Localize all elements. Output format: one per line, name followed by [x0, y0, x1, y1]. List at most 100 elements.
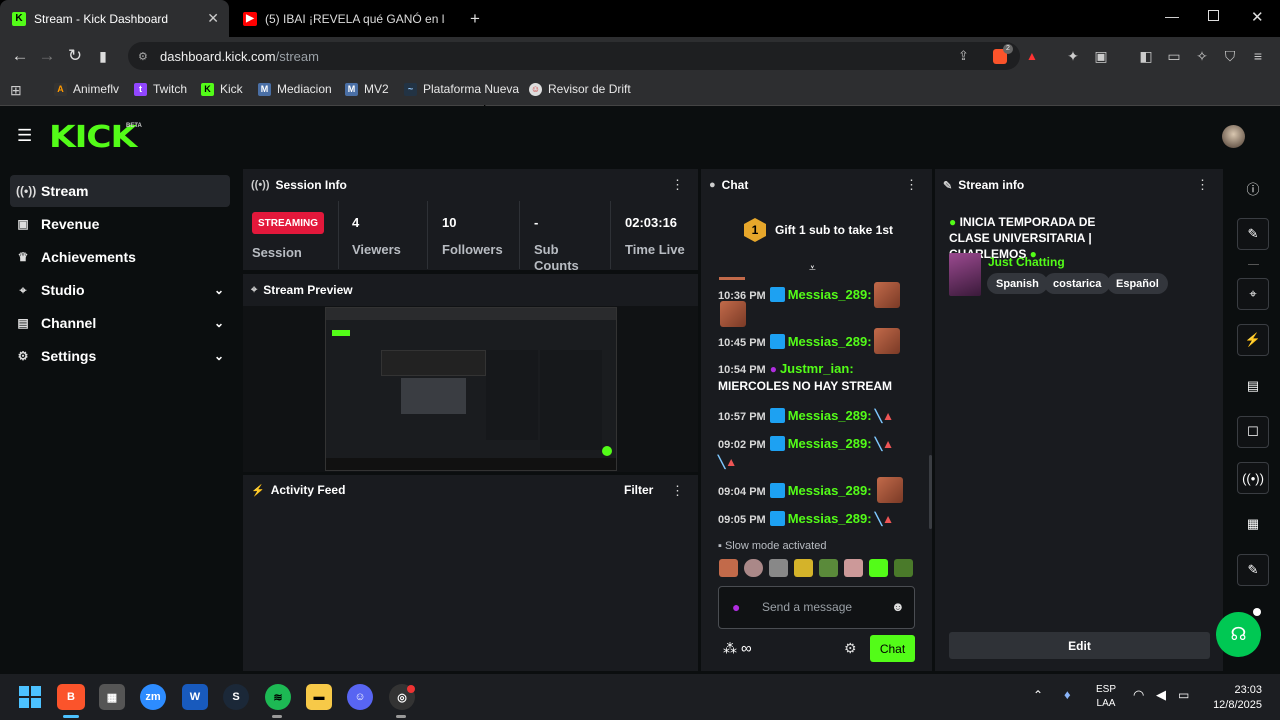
stream-info-panel-icon[interactable]: ✎ [1237, 554, 1269, 586]
bookmark-animeflv[interactable]: A Animeflv [54, 82, 119, 96]
extensions-icon[interactable]: ✦ [1064, 47, 1082, 65]
brave-browser-icon[interactable]: B [57, 684, 85, 710]
wallet-icon[interactable]: ▭ [1165, 47, 1183, 65]
leo-ai-icon[interactable]: ✧ [1193, 47, 1211, 65]
back-icon[interactable]: ← [9, 45, 31, 67]
sidebar-item-channel[interactable]: ▤ Channel ⌄ [10, 307, 230, 339]
filter-button[interactable]: Filter [624, 483, 653, 497]
apps-grid-icon[interactable]: ⊞ [10, 82, 22, 99]
discord-icon[interactable]: ☺ [347, 684, 373, 710]
emote-icon[interactable] [869, 559, 888, 577]
sidebar-item-studio[interactable]: ⌖ Studio ⌄ [10, 274, 230, 306]
menu-icon[interactable]: ≡ [1249, 47, 1267, 65]
emote-icon[interactable] [744, 559, 763, 577]
new-tab-icon[interactable]: + [470, 9, 480, 29]
reload-icon[interactable]: ↻ [64, 45, 86, 67]
close-window-icon[interactable]: ✕ [1251, 8, 1264, 26]
maximize-icon[interactable] [1208, 10, 1219, 21]
input-language[interactable]: ESP LAA [1096, 683, 1116, 711]
bookmark-kick[interactable]: K Kick [201, 82, 243, 96]
share-icon[interactable]: ⇪ [958, 48, 969, 64]
emote-icon[interactable] [794, 559, 813, 577]
zoom-icon[interactable]: zm [140, 684, 166, 710]
calculator-icon[interactable]: ▦ [99, 684, 125, 710]
sidebar-item-revenue[interactable]: ▣ Revenue [10, 208, 230, 240]
notification-dot [1253, 608, 1261, 616]
spotify-icon[interactable]: ≋ [265, 684, 291, 710]
word-icon[interactable]: W [182, 684, 208, 710]
activity-panel-icon[interactable]: ⚡ [1237, 324, 1269, 356]
sidebar-item-settings[interactable]: ⚙ Settings ⌄ [10, 340, 230, 372]
tab-youtube[interactable]: ▶ (5) IBAI ¡REVELA qué GANÓ en la VE [231, 0, 460, 37]
kick-header: ☰ KICK BETA [0, 106, 1280, 164]
tag-spanish[interactable]: Spanish [987, 273, 1048, 294]
chevron-down-icon: ⌄ [213, 316, 224, 330]
emote-icon[interactable] [719, 559, 738, 577]
send-chat-button[interactable]: Chat [870, 635, 915, 662]
vpn-icon[interactable]: ⛉ [1221, 47, 1239, 65]
points-icon[interactable]: ⁂ [723, 640, 737, 657]
stream-preview-video[interactable] [325, 307, 617, 471]
avatar[interactable] [1222, 125, 1245, 148]
tray-overflow-icon[interactable]: ⌃ [1033, 688, 1043, 702]
emote-icon[interactable] [819, 559, 838, 577]
chat-settings-gear-icon[interactable]: ⚙ [844, 640, 857, 657]
url-domain: dashboard.kick.com [160, 48, 276, 64]
stream-info-menu-icon[interactable]: ⋮ [1196, 177, 1209, 193]
battery-icon[interactable]: ▭ [1178, 688, 1189, 702]
url-bar[interactable]: ⚙ dashboard.kick.com/stream ⇪ 2 ▲ [128, 42, 1038, 70]
edit-icon[interactable]: ✎ [1237, 218, 1269, 250]
session-menu-icon[interactable]: ⋮ [671, 177, 684, 193]
category-thumbnail[interactable] [949, 253, 981, 296]
bookmark-mediacion[interactable]: M Mediacion [258, 82, 332, 96]
minimize-icon[interactable]: — [1165, 8, 1179, 24]
wifi-icon[interactable]: ◠ [1133, 687, 1144, 703]
mod-tools-icon[interactable]: ▦ [1237, 508, 1269, 540]
hamburger-menu-icon[interactable]: ☰ [17, 126, 32, 146]
gift-sub-prompt[interactable]: Gift 1 sub to take 1st [775, 223, 893, 237]
category-link[interactable]: Just Chatting [988, 255, 1065, 269]
support-chat-button[interactable]: ☊ [1216, 612, 1261, 657]
close-tab-icon[interactable]: ✕ [207, 10, 219, 27]
site-settings-icon[interactable]: ⚙ [138, 50, 148, 63]
file-explorer-icon[interactable]: ▬ [306, 684, 332, 710]
bookmark-plataforma-nueva[interactable]: ~ Plataforma Nueva [404, 82, 519, 96]
bookmark-icon[interactable]: ▮ [92, 45, 114, 67]
clock[interactable]: 23:03 12/8/2025 [1207, 683, 1262, 713]
screenshot-icon[interactable]: ▣ [1092, 47, 1110, 65]
kick-logo[interactable]: KICK [49, 120, 137, 155]
volume-icon[interactable]: ◀ [1156, 687, 1166, 703]
sub-badge-icon [769, 436, 785, 451]
chat-input[interactable]: ● Send a message ☻ [718, 586, 915, 629]
bookmark-revisor-drift[interactable]: ☺ Revisor de Drift [529, 82, 631, 96]
activity-menu-icon[interactable]: ⋮ [671, 483, 684, 499]
sidebar-item-achievements[interactable]: ♛ Achievements [10, 241, 230, 273]
brave-rewards-icon[interactable]: ▲ [1026, 49, 1038, 63]
chat-bubble-icon: ● [709, 179, 716, 191]
emote-icon[interactable] [844, 559, 863, 577]
chat-menu-icon[interactable]: ⋮ [905, 177, 918, 193]
tag-espanol[interactable]: Español [1107, 273, 1168, 294]
emote-icon[interactable] [894, 559, 913, 577]
bookmark-twitch[interactable]: t Twitch [134, 82, 187, 96]
windows-start-icon[interactable] [17, 684, 43, 710]
tab-kick-dashboard[interactable]: K Stream - Kick Dashboard ✕ [0, 0, 229, 37]
chat-panel-icon[interactable]: ☐ [1237, 416, 1269, 448]
sidebar-toggle-icon[interactable]: ◧ [1137, 47, 1155, 65]
session-panel-icon[interactable]: ((•)) [1237, 462, 1269, 494]
info-icon[interactable]: ⓘ [1237, 172, 1269, 204]
edit-stream-info-button[interactable]: Edit [949, 632, 1210, 659]
bookmark-mv2[interactable]: M MV2 [345, 82, 389, 96]
chat-scrollbar[interactable] [929, 455, 932, 529]
sidebar-item-stream[interactable]: ((•)) Stream [10, 175, 230, 207]
emoji-picker-icon[interactable]: ☻ [891, 599, 905, 614]
notes-icon[interactable]: ▤ [1237, 370, 1269, 402]
preview-panel-icon[interactable]: ⌖ [1237, 278, 1269, 310]
emote-icon[interactable] [769, 559, 788, 577]
tag-costarica[interactable]: costarica [1044, 273, 1111, 294]
forward-icon[interactable]: → [36, 45, 58, 67]
pinned-toggle-icon[interactable]: ⩡ [809, 261, 816, 276]
microphone-icon[interactable]: ♦ [1064, 687, 1071, 702]
steam-icon[interactable]: S [223, 684, 249, 710]
broadcast-icon: ((•)) [16, 184, 37, 198]
